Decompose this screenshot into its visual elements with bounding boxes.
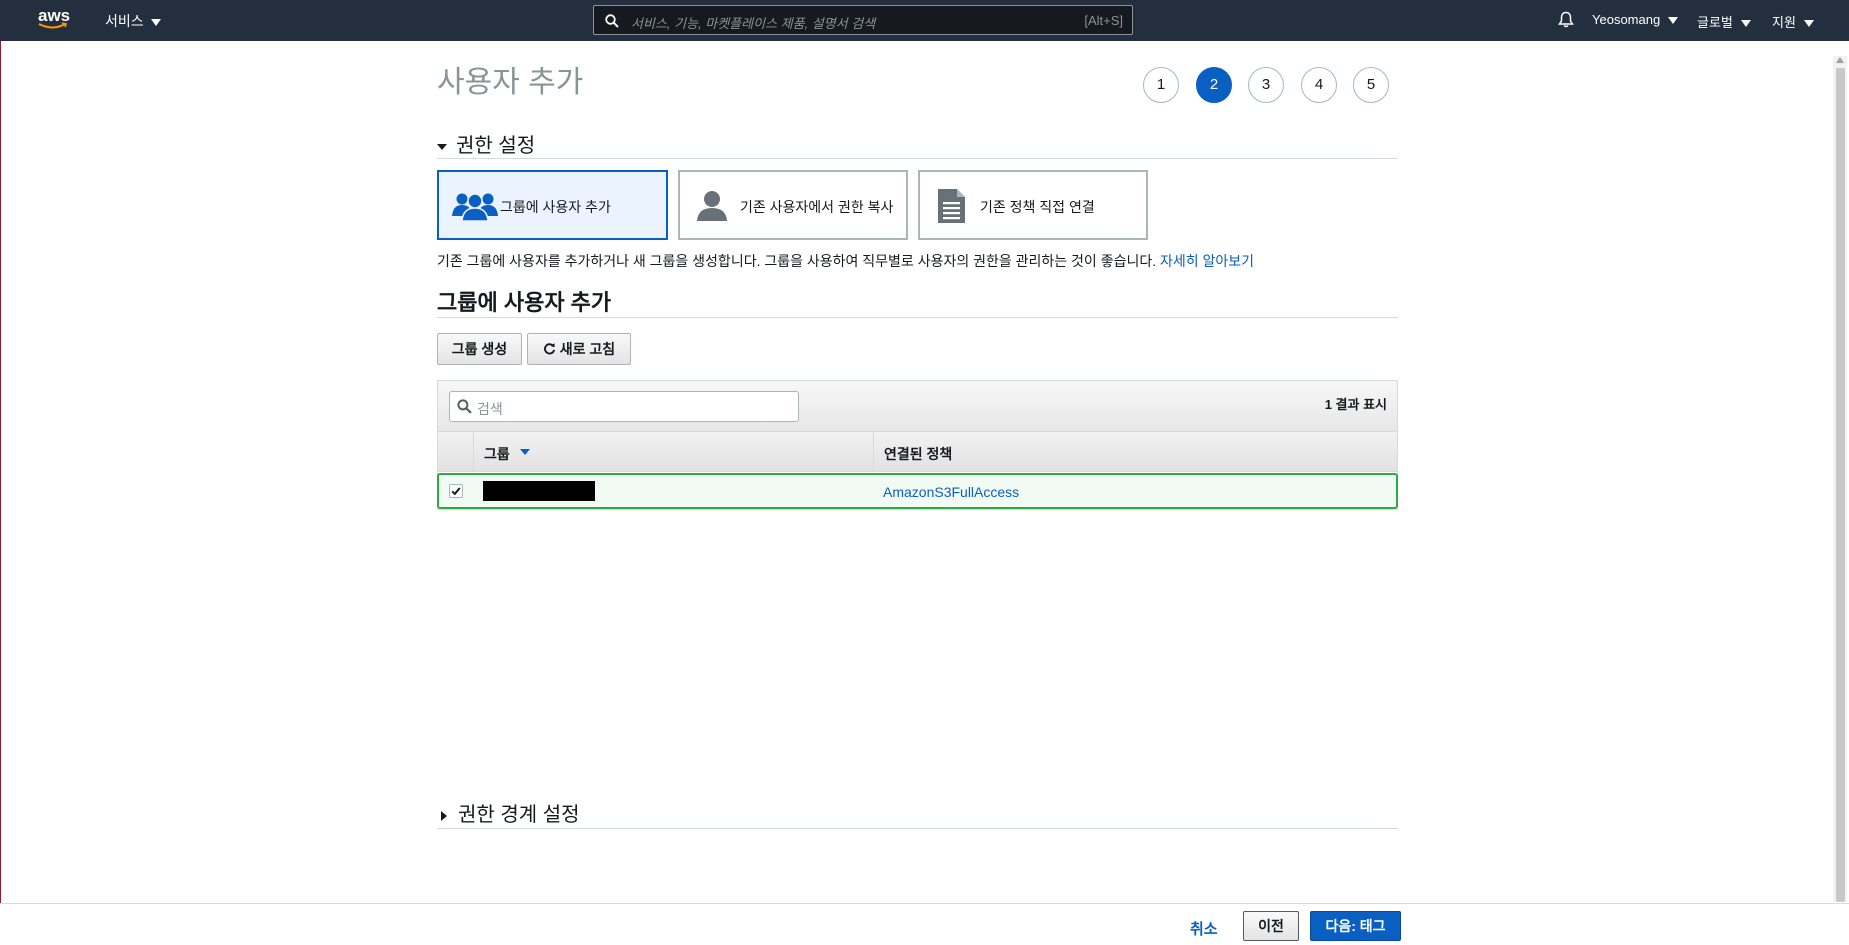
permissions-section-toggle[interactable]: 권한 설정	[437, 129, 535, 158]
permissions-heading: 권한 설정	[456, 135, 536, 157]
divider	[437, 317, 1398, 318]
search-placeholder: 서비스, 기능, 마켓플레이스 제품, 설명서 검색	[631, 16, 876, 31]
caret-down-icon	[437, 143, 447, 150]
search-placeholder: 검색	[477, 401, 503, 417]
notification-bell-icon[interactable]	[1558, 11, 1574, 28]
description-text: 기존 그룹에 사용자를 추가하거나 새 그룹을 생성합니다. 그룹을 사용하여 …	[437, 253, 1157, 269]
search-icon	[605, 14, 619, 28]
caret-right-icon	[441, 810, 447, 821]
header-group-column[interactable]: 그룹	[474, 432, 874, 472]
refresh-label: 새로 고침	[559, 341, 616, 357]
support-menu[interactable]: 지원	[1772, 12, 1814, 31]
column-header-policy: 연결된 정책	[884, 446, 953, 462]
learn-more-link[interactable]: 자세히 알아보기	[1160, 253, 1254, 269]
user-icon	[697, 191, 727, 221]
option-label: 기존 정책 직접 연결	[980, 199, 1095, 215]
wizard-step-4[interactable]: 4	[1301, 67, 1337, 103]
option-label: 그룹에 사용자 추가	[500, 199, 611, 215]
sort-descending-icon	[520, 449, 530, 455]
divider	[437, 828, 1398, 829]
previous-button[interactable]: 이전	[1243, 911, 1299, 941]
permissions-description: 기존 그룹에 사용자를 추가하거나 새 그룹을 생성합니다. 그룹을 사용하여 …	[437, 251, 1254, 271]
column-header-group: 그룹	[484, 446, 510, 462]
scroll-up-icon[interactable]	[1836, 57, 1844, 63]
redacted-group-name	[483, 481, 595, 501]
wizard-step-3[interactable]: 3	[1248, 67, 1284, 103]
support-label: 지원	[1772, 15, 1796, 30]
table-toolbar: 검색 1 결과 표시	[438, 381, 1397, 432]
aws-smile-icon	[38, 22, 68, 29]
services-menu[interactable]: 서비스	[105, 11, 161, 31]
boundary-heading: 권한 경계 설정	[458, 804, 580, 826]
refresh-icon	[543, 343, 555, 355]
table-header: 그룹 연결된 정책	[438, 432, 1397, 472]
refresh-button[interactable]: 새로 고침	[527, 333, 631, 365]
result-count: 1 결과 표시	[1324, 397, 1387, 412]
header-select-column	[438, 432, 474, 472]
search-icon	[457, 399, 472, 414]
account-menu[interactable]: Yeosomang	[1592, 12, 1679, 27]
scrollbar-thumb[interactable]	[1836, 68, 1845, 902]
group-search-input[interactable]: 검색	[449, 391, 799, 422]
wizard-step-2[interactable]: 2	[1196, 67, 1232, 103]
search-shortcut-hint: [Alt+S]	[1084, 13, 1123, 28]
divider	[437, 158, 1398, 159]
services-label: 서비스	[105, 13, 144, 29]
option-add-to-group[interactable]: 그룹에 사용자 추가	[437, 170, 668, 240]
top-navigation: aws 서비스 서비스, 기능, 마켓플레이스 제품, 설명서 검색 [Alt+…	[0, 0, 1849, 41]
page-title: 사용자 추가	[437, 66, 584, 99]
table-row[interactable]: AmazonS3FullAccess	[437, 473, 1398, 509]
option-label: 기존 사용자에서 권한 복사	[740, 199, 894, 215]
wizard-step-1[interactable]: 1	[1143, 67, 1179, 103]
document-icon	[938, 189, 965, 223]
region-menu[interactable]: 글로벌	[1697, 12, 1751, 31]
account-name: Yeosomang	[1592, 12, 1661, 27]
row-checkbox[interactable]	[449, 484, 463, 498]
wizard-footer: 취소 이전 다음: 태그	[0, 903, 1849, 945]
create-group-button[interactable]: 그룹 생성	[437, 333, 522, 365]
window-edge	[0, 41, 1, 945]
users-group-icon	[452, 193, 498, 222]
region-label: 글로벌	[1697, 15, 1733, 30]
wizard-step-5[interactable]: 5	[1353, 67, 1389, 103]
checkmark-icon	[451, 487, 461, 496]
cancel-button[interactable]: 취소	[1190, 918, 1218, 939]
policy-link[interactable]: AmazonS3FullAccess	[883, 484, 1019, 500]
boundary-section-toggle[interactable]: 권한 경계 설정	[437, 798, 580, 827]
header-policy-column[interactable]: 연결된 정책	[874, 432, 1397, 472]
chevron-down-icon	[1803, 20, 1814, 28]
aws-logo[interactable]: aws	[38, 6, 72, 34]
chevron-down-icon	[150, 18, 161, 26]
option-copy-permissions[interactable]: 기존 사용자에서 권한 복사	[678, 170, 908, 240]
option-attach-policies[interactable]: 기존 정책 직접 연결	[918, 170, 1148, 240]
chevron-down-icon	[1740, 20, 1751, 28]
chevron-down-icon	[1668, 17, 1679, 25]
next-tags-button[interactable]: 다음: 태그	[1310, 911, 1401, 941]
group-section-heading: 그룹에 사용자 추가	[437, 290, 612, 315]
global-search-input[interactable]: 서비스, 기능, 마켓플레이스 제품, 설명서 검색 [Alt+S]	[593, 5, 1133, 35]
